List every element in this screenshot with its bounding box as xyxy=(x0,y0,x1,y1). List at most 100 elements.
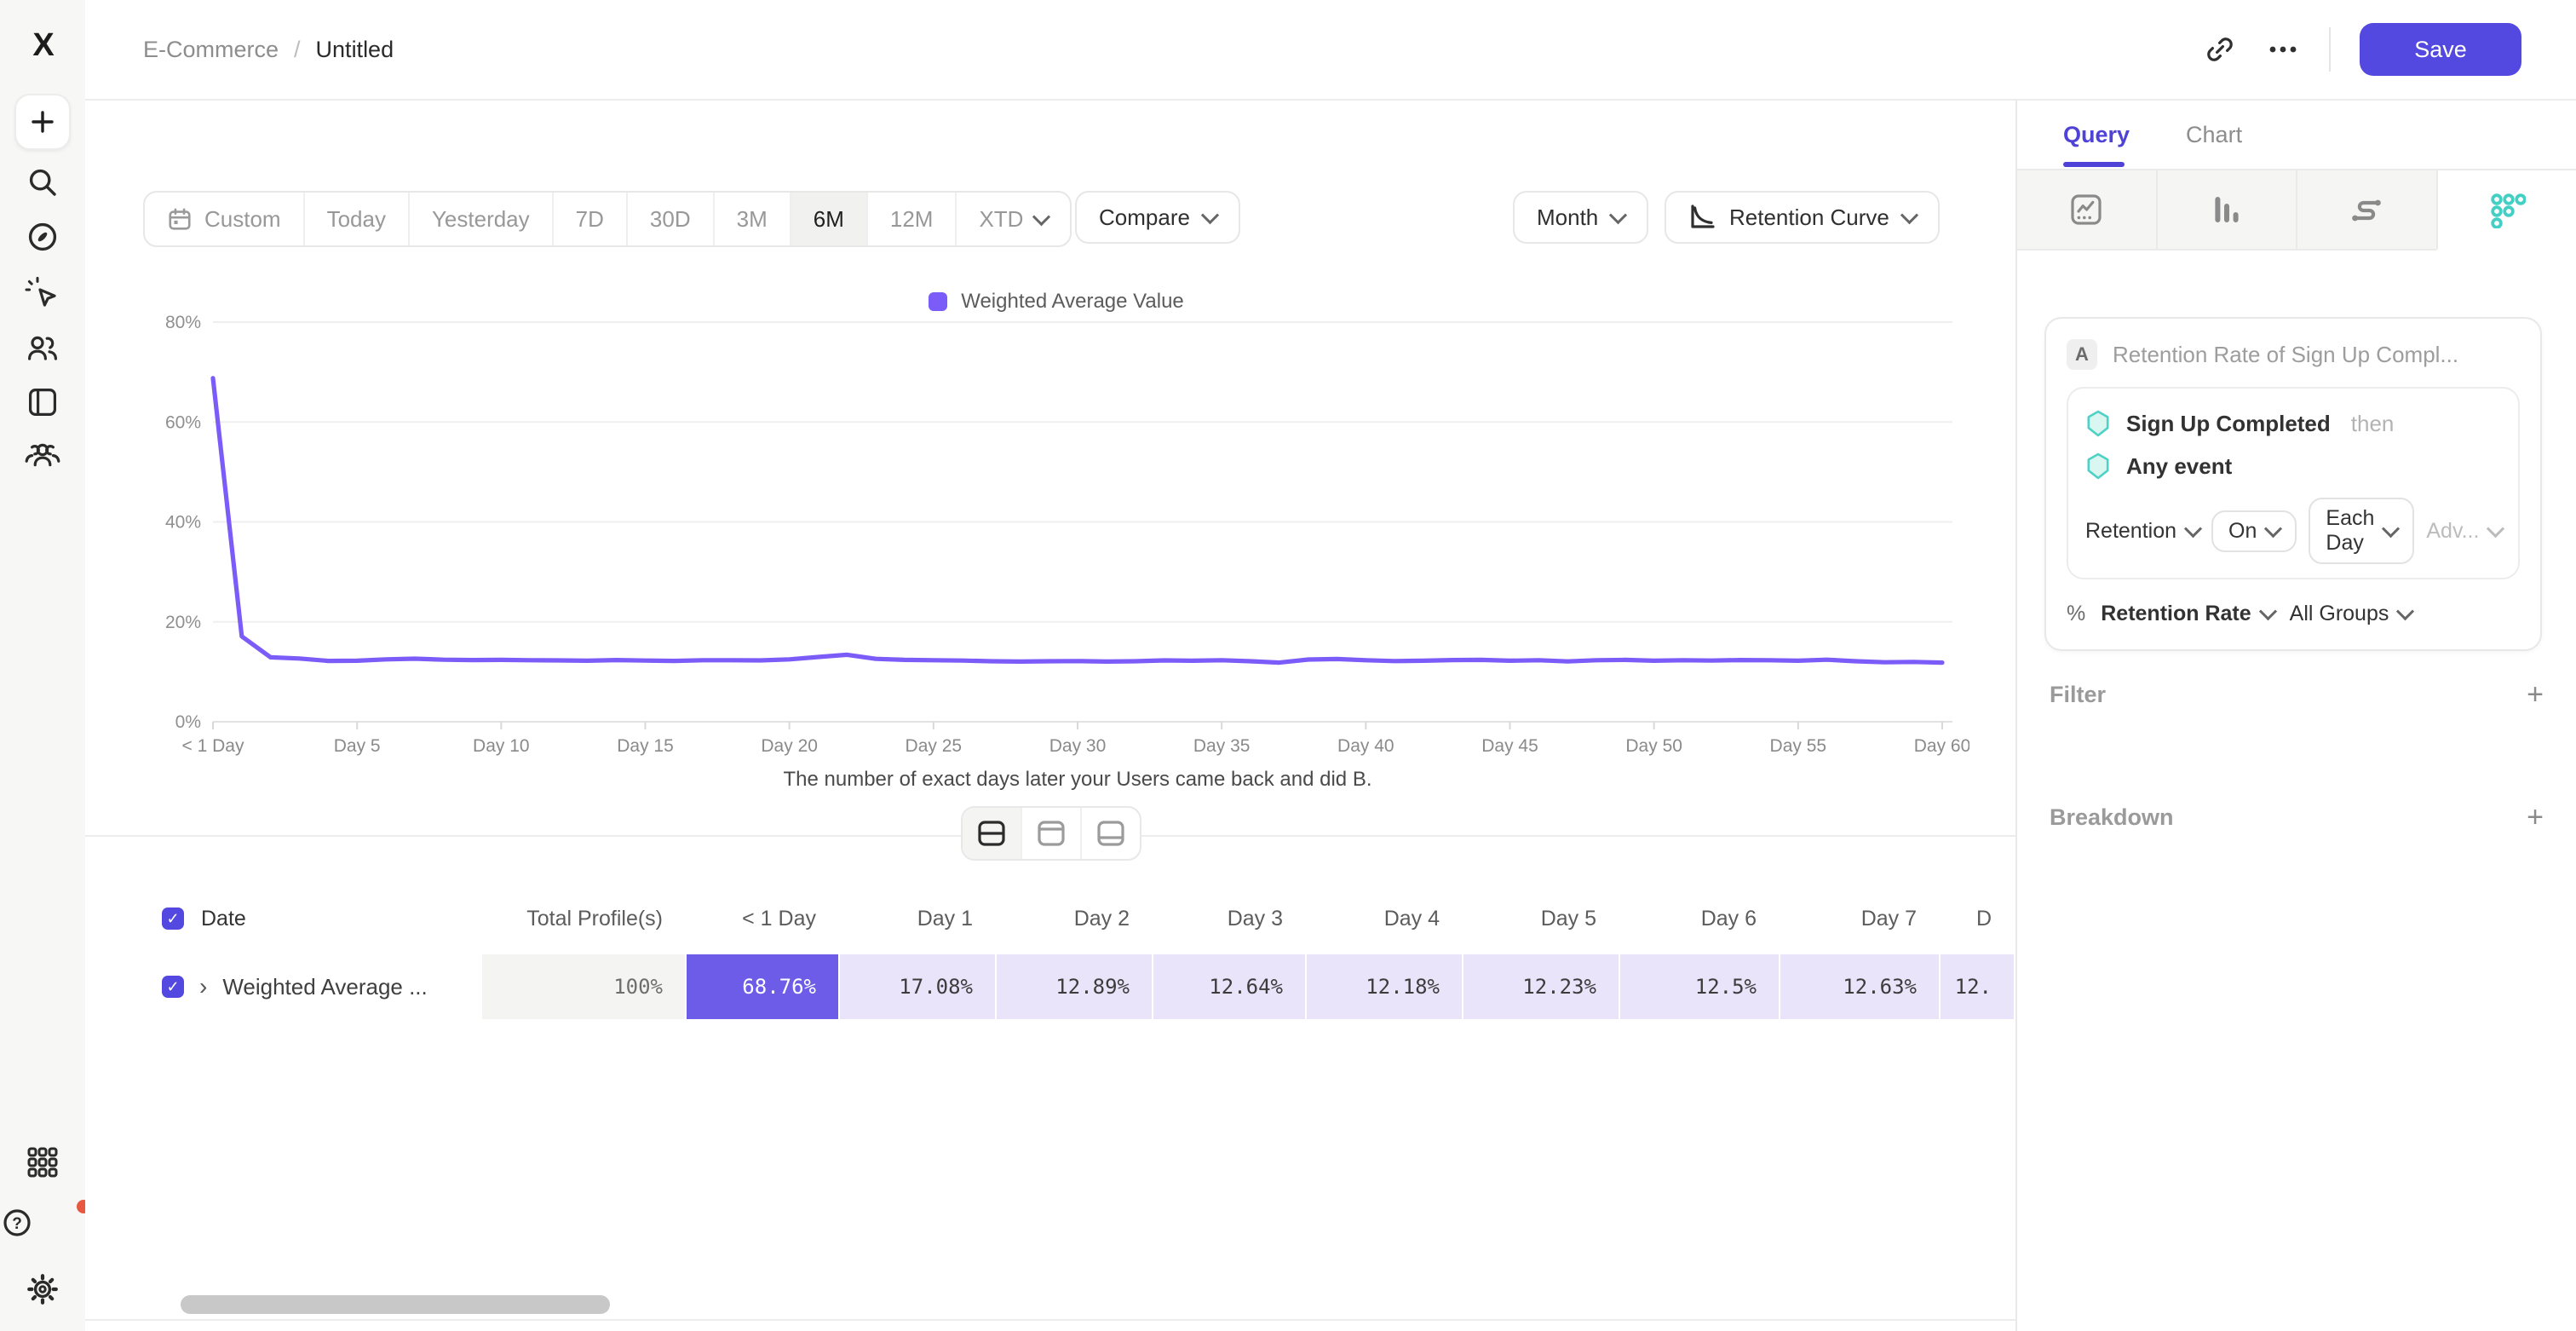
retention-value-cell: 17.08% xyxy=(838,954,995,1019)
chevron-down-icon xyxy=(2259,602,2277,620)
table-header-row: ✓DateTotal Profile(s)< 1 DayDay 1Day 2Da… xyxy=(143,888,2014,949)
range-7d[interactable]: 7D xyxy=(552,193,626,245)
range-12m[interactable]: 12M xyxy=(866,193,956,245)
breadcrumb-project[interactable]: E-Commerce xyxy=(143,37,279,63)
svg-text:40%: 40% xyxy=(165,513,201,533)
advanced-dropdown[interactable]: Adv... xyxy=(2426,519,2502,544)
view-toggle-chart[interactable] xyxy=(1021,808,1080,859)
compare-button[interactable]: Compare xyxy=(1075,191,1240,244)
more-options-icon[interactable] xyxy=(2266,32,2300,66)
report-type-insights[interactable] xyxy=(2017,170,2156,251)
svg-text:Day 10: Day 10 xyxy=(473,736,530,756)
range-yesterday[interactable]: Yesterday xyxy=(408,193,552,245)
search-icon[interactable] xyxy=(26,165,60,199)
explore-compass-icon[interactable] xyxy=(26,220,60,254)
range-30d[interactable]: 30D xyxy=(626,193,713,245)
day-column-header: Day 3 xyxy=(1152,907,1305,931)
save-button[interactable]: Save xyxy=(2360,23,2521,76)
day-column-header: Day 7 xyxy=(1779,907,1939,931)
chevron-down-icon xyxy=(2487,520,2504,538)
tab-chart[interactable]: Chart xyxy=(2186,122,2242,148)
svg-text:Day 45: Day 45 xyxy=(1481,736,1538,756)
plus-icon xyxy=(27,107,58,137)
add-breakdown-button[interactable]: + xyxy=(2527,803,2544,832)
retention-value-cell: 12.23% xyxy=(1462,954,1619,1019)
settings-gear-icon[interactable] xyxy=(25,1271,60,1307)
retention-value-cell: 12.5% xyxy=(1619,954,1779,1019)
retention-curve-icon xyxy=(1688,204,1716,231)
chevron-down-icon xyxy=(1609,206,1627,224)
clipped-value-cell: 12. xyxy=(1939,954,2014,1019)
range-label: Yesterday xyxy=(432,206,530,233)
day-column-header: Day 2 xyxy=(995,907,1152,931)
breadcrumb-separator: / xyxy=(294,37,301,63)
measure-dropdown[interactable]: Retention Rate xyxy=(2101,602,2274,626)
create-new-button[interactable] xyxy=(14,94,71,150)
calendar-icon xyxy=(167,206,193,232)
tab-query[interactable]: Query xyxy=(2063,122,2130,148)
range-xtd[interactable]: XTD xyxy=(955,193,1070,245)
retention-value-cell: 12.18% xyxy=(1305,954,1462,1019)
apps-grid-icon[interactable] xyxy=(26,1145,60,1179)
report-canvas: Custom Today Yesterday 7D30D 3M 6M 12M XTD Comp… xyxy=(85,101,2015,1331)
view-toggle-table[interactable] xyxy=(1080,808,1140,859)
boards-icon[interactable] xyxy=(26,385,60,419)
return-event-row[interactable]: Any event xyxy=(2085,445,2501,487)
retention-type-label: Retention xyxy=(2085,519,2176,544)
retention-line-chart[interactable]: 80%60%40%20%0%< 1 DayDay 5Day 10Day 15Da… xyxy=(143,307,1969,804)
first-event-row[interactable]: Sign Up Completed then xyxy=(2085,402,2501,445)
total-profiles-header: Total Profile(s) xyxy=(480,907,685,931)
users-icon[interactable] xyxy=(26,331,60,365)
row-label-cell: ✓ › Weighted Average ... xyxy=(143,954,480,1019)
top-header: E-Commerce / Untitled Save xyxy=(85,0,2576,101)
row-expander-icon[interactable]: › xyxy=(199,975,207,999)
bottom-border xyxy=(85,1319,2015,1321)
range-label: 12M xyxy=(890,206,934,233)
range-3m[interactable]: 3M xyxy=(713,193,790,245)
query-step-row[interactable]: A Retention Rate of Sign Up Compl... xyxy=(2067,334,2520,375)
retention-type-dropdown[interactable]: Retention xyxy=(2085,519,2199,544)
range-today[interactable]: Today xyxy=(303,193,408,245)
svg-text:Day 30: Day 30 xyxy=(1049,736,1107,756)
groups-dropdown[interactable]: All Groups xyxy=(2290,602,2412,626)
svg-text:Day 25: Day 25 xyxy=(906,736,963,756)
chart-type-dropdown[interactable]: Retention Curve xyxy=(1665,191,1940,244)
horizontal-scrollbar[interactable] xyxy=(181,1295,610,1314)
range-label: 6M xyxy=(814,206,844,233)
row-label: Weighted Average ... xyxy=(222,974,427,1000)
granularity-dropdown[interactable]: Month xyxy=(1513,191,1648,244)
range-6m[interactable]: 6M xyxy=(790,193,866,245)
svg-text:Day 50: Day 50 xyxy=(1625,736,1682,756)
on-dropdown[interactable]: On xyxy=(2211,510,2297,552)
add-filter-button[interactable]: + xyxy=(2527,680,2544,709)
report-title[interactable]: Untitled xyxy=(316,37,394,63)
row-checkbox[interactable]: ✓ xyxy=(162,976,184,998)
range-label: 3M xyxy=(737,206,768,233)
date-column-header: ✓Date xyxy=(143,907,480,931)
day-column-header: Day 5 xyxy=(1462,907,1619,931)
breadcrumb: E-Commerce / Untitled xyxy=(85,37,394,63)
copy-link-icon[interactable] xyxy=(2203,32,2237,66)
mixpanel-logo-icon[interactable]: X xyxy=(32,27,52,64)
report-type-funnels[interactable] xyxy=(2156,170,2297,251)
cohorts-icon[interactable] xyxy=(24,436,61,470)
range-label: Today xyxy=(327,206,386,233)
report-type-retention[interactable] xyxy=(2436,170,2576,251)
events-cursor-icon[interactable] xyxy=(25,274,60,310)
help-icon[interactable]: ? xyxy=(0,1205,85,1241)
row-checkbox[interactable]: ✓ xyxy=(162,908,184,930)
chevron-down-icon xyxy=(2184,520,2202,538)
query-panel: Query Chart A Retention Rate of Sign Up … xyxy=(2015,101,2576,1331)
chart-type-label: Retention Curve xyxy=(1729,205,1889,231)
active-tab-underline xyxy=(2063,162,2125,167)
retention-value-cell: 68.76% xyxy=(685,954,838,1019)
header-actions: Save xyxy=(2203,0,2521,99)
view-toggle-split[interactable] xyxy=(963,808,1021,859)
advanced-label: Adv... xyxy=(2426,519,2479,544)
svg-text:Day 55: Day 55 xyxy=(1770,736,1827,756)
range-custom[interactable]: Custom xyxy=(145,193,303,245)
report-type-flows[interactable] xyxy=(2296,170,2436,251)
frequency-dropdown[interactable]: Each Day xyxy=(2309,498,2414,564)
svg-text:0%: 0% xyxy=(175,712,201,732)
granularity-label: Month xyxy=(1537,205,1598,231)
